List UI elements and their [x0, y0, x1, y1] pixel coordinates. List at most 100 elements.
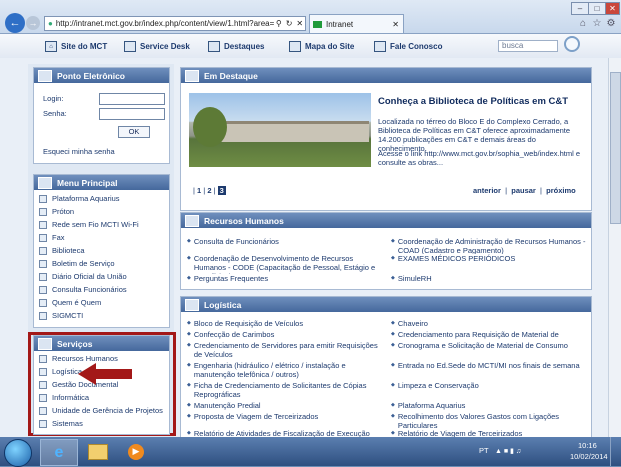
menu-item[interactable]: Próton: [34, 205, 169, 218]
login-input[interactable]: [99, 93, 165, 105]
menu-item[interactable]: Consulta Funcionários: [34, 283, 169, 296]
service-link[interactable]: ◆ Relatório de Atividades de Fiscalização…: [187, 429, 387, 437]
menu-item[interactable]: SIGMCTI: [34, 309, 169, 322]
service-link[interactable]: ◆ Manutenção Predial: [187, 401, 387, 412]
vertical-scrollbar[interactable]: [608, 58, 621, 437]
menu-item[interactable]: Boletim de Serviço: [34, 257, 169, 270]
clock-date[interactable]: 10/02/2014: [570, 452, 608, 461]
bullet-box-icon: [39, 419, 47, 428]
close-window-button[interactable]: ✕: [605, 2, 620, 15]
nav-destaques[interactable]: Destaques: [208, 41, 264, 52]
menu-item[interactable]: Biblioteca: [34, 244, 169, 257]
menu-item[interactable]: Rede sem Fio MCTI Wi-Fi: [34, 218, 169, 231]
destaque-link[interactable]: Acesse o link http://www.mct.gov.br/soph…: [378, 149, 586, 167]
service-link[interactable]: ◆ Coordenação de Desenvolvimento de Recur…: [187, 254, 387, 274]
favorites-icon[interactable]: ☆: [591, 17, 603, 29]
clock-icon: [38, 69, 52, 82]
diamond-bullet-icon: ◆: [391, 320, 395, 326]
nav-mapa-site[interactable]: Mapa do Site: [289, 41, 354, 52]
link-label: Plataforma Aquarius: [397, 401, 466, 410]
tray-icons: ▲ ■ ▮ ♫: [495, 448, 522, 455]
service-link[interactable]: ◆ Recolhimento dos Valores Gastos com Lig…: [391, 412, 587, 429]
service-link[interactable]: ◆ Ficha de Credenciamento de Solicitantes…: [187, 381, 387, 401]
menu-item[interactable]: Plataforma Aquarius: [34, 192, 169, 205]
diamond-bullet-icon: ◆: [391, 275, 395, 281]
service-link[interactable]: ◆ Consulta de Funcionários: [187, 237, 387, 254]
service-link[interactable]: ◆ Chaveiro: [391, 319, 587, 330]
service-link[interactable]: ◆ Credenciamento para Requisição de Mater…: [391, 330, 587, 341]
item-label: Próton: [52, 207, 75, 216]
diamond-bullet-icon: ◆: [391, 402, 395, 408]
home-icon[interactable]: ⌂: [577, 17, 589, 29]
service-link[interactable]: ◆ Perguntas Frequentes: [187, 274, 387, 286]
address-bar[interactable]: ● http://intranet.mct.gov.br/index.php/c…: [44, 16, 306, 31]
forward-button[interactable]: →: [26, 16, 40, 30]
close-icon[interactable]: ✕: [296, 19, 303, 28]
destaque-header: Em Destaque: [181, 68, 591, 83]
maximize-button[interactable]: □: [588, 2, 606, 15]
start-button[interactable]: [4, 439, 32, 467]
servicos-item[interactable]: Informática: [34, 391, 169, 404]
search-input[interactable]: busca: [498, 40, 558, 52]
page-3-link[interactable]: 3: [217, 186, 226, 195]
servicos-header: Serviços: [34, 336, 169, 351]
senha-input[interactable]: [99, 108, 165, 120]
service-link[interactable]: ◆ Cronograma e Solicitação de Material de…: [391, 341, 587, 361]
service-link[interactable]: ◆ Bloco de Requisição de Veículos: [187, 319, 387, 330]
diamond-bullet-icon: ◆: [391, 382, 395, 388]
minimize-button[interactable]: –: [571, 2, 589, 15]
nav-site-mct[interactable]: ⌂ Site do MCT: [45, 41, 107, 52]
show-desktop-button[interactable]: [610, 437, 621, 466]
diamond-bullet-icon: ◆: [187, 430, 191, 436]
service-link[interactable]: ◆ EXAMES MÉDICOS PERIÓDICOS: [391, 254, 587, 274]
service-link[interactable]: ◆ SimuleRH: [391, 274, 587, 286]
servicos-item[interactable]: Sistemas: [34, 417, 169, 430]
magnifier-icon[interactable]: [564, 36, 580, 52]
diamond-bullet-icon: ◆: [391, 331, 395, 337]
diamond-bullet-icon: ◆: [187, 413, 191, 419]
rh-header: Recursos Humanos: [181, 213, 591, 228]
proximo-link[interactable]: próximo: [546, 186, 576, 195]
scrollbar-thumb[interactable]: [610, 72, 621, 224]
search-icon[interactable]: ⚲: [276, 19, 282, 28]
service-link[interactable]: ◆ Engenharia (hidráulico / elétrico / ins…: [187, 361, 387, 381]
item-label: Boletim de Serviço: [52, 259, 115, 268]
back-button[interactable]: ←: [5, 13, 25, 33]
service-link[interactable]: ◆ Relatório de Viagem de Terceirizados: [391, 429, 587, 437]
ie-taskbar-icon[interactable]: e: [40, 439, 78, 466]
refresh-icon[interactable]: ↻: [286, 19, 293, 28]
destaque-headline[interactable]: Conheça a Biblioteca de Políticas em C&T: [378, 96, 586, 107]
nav-service-desk[interactable]: Service Desk: [124, 41, 190, 52]
diamond-bullet-icon: ◆: [391, 342, 395, 348]
gear-icon[interactable]: ⚙: [605, 17, 617, 29]
menu-item[interactable]: Quem é Quem: [34, 296, 169, 309]
service-link[interactable]: ◆ Credenciamento de Servidores para emiti…: [187, 341, 387, 361]
language-indicator[interactable]: PT: [479, 446, 489, 455]
menu-item[interactable]: Fax: [34, 231, 169, 244]
service-link[interactable]: ◆ Plataforma Aquarius: [391, 401, 587, 412]
anterior-link[interactable]: anterior: [473, 186, 501, 195]
service-link[interactable]: ◆ Limpeza e Conservação: [391, 381, 587, 401]
servicos-item[interactable]: Unidade de Gerência de Projetos: [34, 404, 169, 417]
nav-fale-conosco[interactable]: Fale Conosco: [374, 41, 442, 52]
bullet-box-icon: [39, 367, 47, 376]
ok-button[interactable]: OK: [118, 126, 150, 138]
service-link[interactable]: ◆ Entrada no Ed.Sede do MCTI/MI nos finai…: [391, 361, 587, 381]
link-label: SimuleRH: [397, 274, 432, 283]
bullet-box-icon: [39, 220, 47, 229]
menu-item[interactable]: Diário Oficial da União: [34, 270, 169, 283]
services-icon: [38, 337, 52, 350]
tab-close-icon[interactable]: ✕: [392, 20, 399, 29]
pausar-link[interactable]: pausar: [511, 186, 536, 195]
media-player-taskbar-icon[interactable]: ▶: [118, 439, 154, 464]
clock-time[interactable]: 10:16: [578, 441, 597, 450]
service-link[interactable]: ◆ Proposta de Viagem de Terceirizados: [187, 412, 387, 429]
service-link[interactable]: ◆ Confecção de Carimbos: [187, 330, 387, 341]
diamond-bullet-icon: ◆: [187, 275, 191, 281]
tab-intranet[interactable]: Intranet ✕: [309, 14, 404, 33]
forgot-password-link[interactable]: Esqueci minha senha: [43, 147, 115, 156]
service-link[interactable]: ◆ Coordenação de Administração de Recurso…: [391, 237, 587, 254]
top-navigation: ⌂ Site do MCT Service Desk Destaques Mapa…: [0, 34, 621, 59]
globe-icon: ●: [48, 19, 53, 28]
folder-taskbar-icon[interactable]: [80, 439, 116, 464]
